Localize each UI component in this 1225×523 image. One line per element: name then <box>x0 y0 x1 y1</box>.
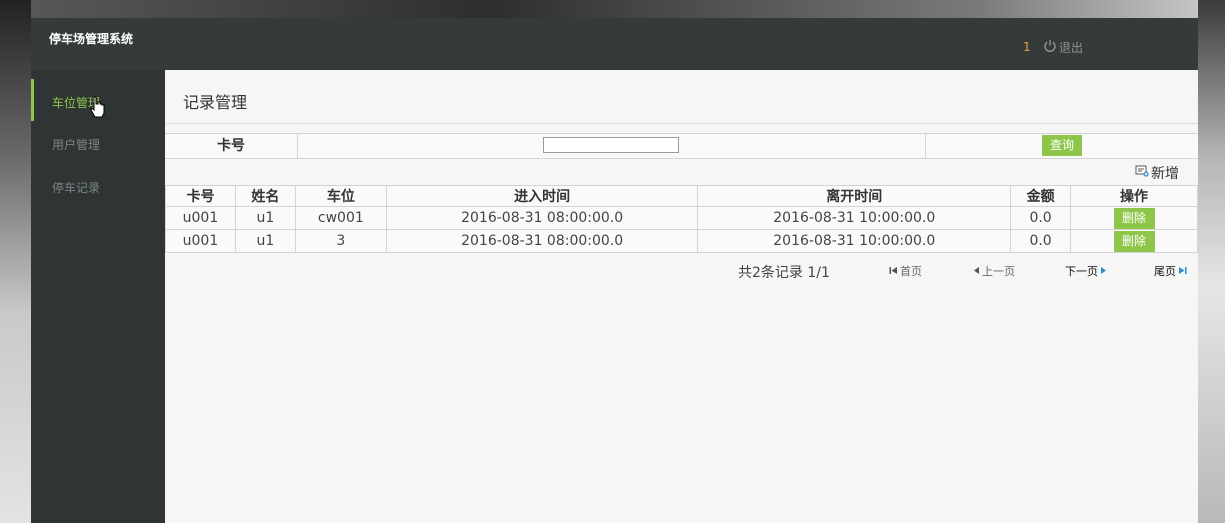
next-page-link[interactable]: 下一页 <box>1065 263 1107 279</box>
column-header-amount: 金额 <box>1010 185 1072 207</box>
cell-enter-time: 2016-08-31 08:00:00.0 <box>385 206 699 230</box>
add-icon <box>1135 165 1149 181</box>
add-button[interactable]: 新增 <box>1135 163 1179 183</box>
cell-card: u001 <box>165 206 236 230</box>
pager-summary: 共2条记录 1/1 <box>738 265 830 281</box>
add-label: 新增 <box>1151 166 1179 182</box>
cell-action: 删除 <box>1070 229 1198 253</box>
last-page-icon <box>1178 265 1187 278</box>
last-page-link[interactable]: 尾页 <box>1154 263 1187 279</box>
top-bar: 停车场管理系统 1 退出 <box>31 18 1198 70</box>
table-header-row: 卡号 姓名 车位 进入时间 离开时间 金额 操作 <box>165 185 1198 207</box>
prev-page-link[interactable]: 上一页 <box>973 263 1015 279</box>
arrow-left-icon <box>973 265 980 278</box>
first-page-link[interactable]: 首页 <box>889 263 922 279</box>
sidebar: 车位管理 用户管理 停车记录 <box>31 70 165 523</box>
column-header-space: 车位 <box>294 185 387 207</box>
divider <box>925 134 926 158</box>
hand-cursor-icon <box>90 96 106 122</box>
sidebar-item-label: 停车记录 <box>52 181 101 195</box>
cell-amount: 0.0 <box>1010 229 1072 253</box>
cell-space: cw001 <box>294 206 387 230</box>
cell-leave-time: 2016-08-31 10:00:00.0 <box>697 229 1012 253</box>
column-header-action: 操作 <box>1070 185 1198 207</box>
cell-space: 3 <box>294 229 387 253</box>
cell-enter-time: 2016-08-31 08:00:00.0 <box>385 229 699 253</box>
next-page-label: 下一页 <box>1065 265 1098 278</box>
records-table: 卡号 姓名 车位 进入时间 离开时间 金额 操作 u001 u1 cw001 2… <box>165 185 1198 253</box>
card-number-input[interactable] <box>543 137 679 153</box>
cell-leave-time: 2016-08-31 10:00:00.0 <box>697 206 1012 230</box>
main-content: 记录管理 卡号 查询 新增 卡号 姓名 车位 进入时间 离开时间 金额 操作 u… <box>165 70 1198 523</box>
column-header-leave-time: 离开时间 <box>697 185 1012 207</box>
logout-button[interactable]: 退出 <box>1043 39 1083 56</box>
cell-card: u001 <box>165 229 236 253</box>
search-button[interactable]: 查询 <box>1042 135 1082 156</box>
cell-action: 删除 <box>1070 206 1198 230</box>
app-window: 停车场管理系统 1 退出 车位管理 用户管理 停车记录 记录管理 卡号 查询 新… <box>31 18 1198 523</box>
arrow-right-icon <box>1100 265 1107 278</box>
sidebar-item-parking-records[interactable]: 停车记录 <box>31 164 165 206</box>
power-icon <box>1043 39 1057 56</box>
column-header-card: 卡号 <box>165 185 236 207</box>
cell-amount: 0.0 <box>1010 206 1072 230</box>
user-id: 1 <box>1023 40 1031 54</box>
app-title: 停车场管理系统 <box>49 32 134 46</box>
prev-page-label: 上一页 <box>982 265 1015 278</box>
cell-name: u1 <box>234 206 296 230</box>
first-page-icon <box>889 265 898 278</box>
logout-label: 退出 <box>1059 41 1084 55</box>
first-page-label: 首页 <box>900 265 922 278</box>
page-title: 记录管理 <box>183 93 248 112</box>
last-page-label: 尾页 <box>1154 265 1176 278</box>
delete-button[interactable]: 删除 <box>1113 230 1155 252</box>
column-header-name: 姓名 <box>234 185 296 207</box>
delete-button[interactable]: 删除 <box>1113 207 1155 229</box>
cell-name: u1 <box>234 229 296 253</box>
search-label: 卡号 <box>165 134 298 158</box>
column-header-enter-time: 进入时间 <box>385 185 699 207</box>
search-bar: 卡号 查询 <box>165 133 1198 159</box>
table-row: u001 u1 3 2016-08-31 08:00:00.0 2016-08-… <box>165 229 1198 253</box>
divider <box>165 123 1198 124</box>
sidebar-item-label: 用户管理 <box>52 138 101 152</box>
sidebar-item-user-management[interactable]: 用户管理 <box>31 121 165 163</box>
table-row: u001 u1 cw001 2016-08-31 08:00:00.0 2016… <box>165 206 1198 230</box>
